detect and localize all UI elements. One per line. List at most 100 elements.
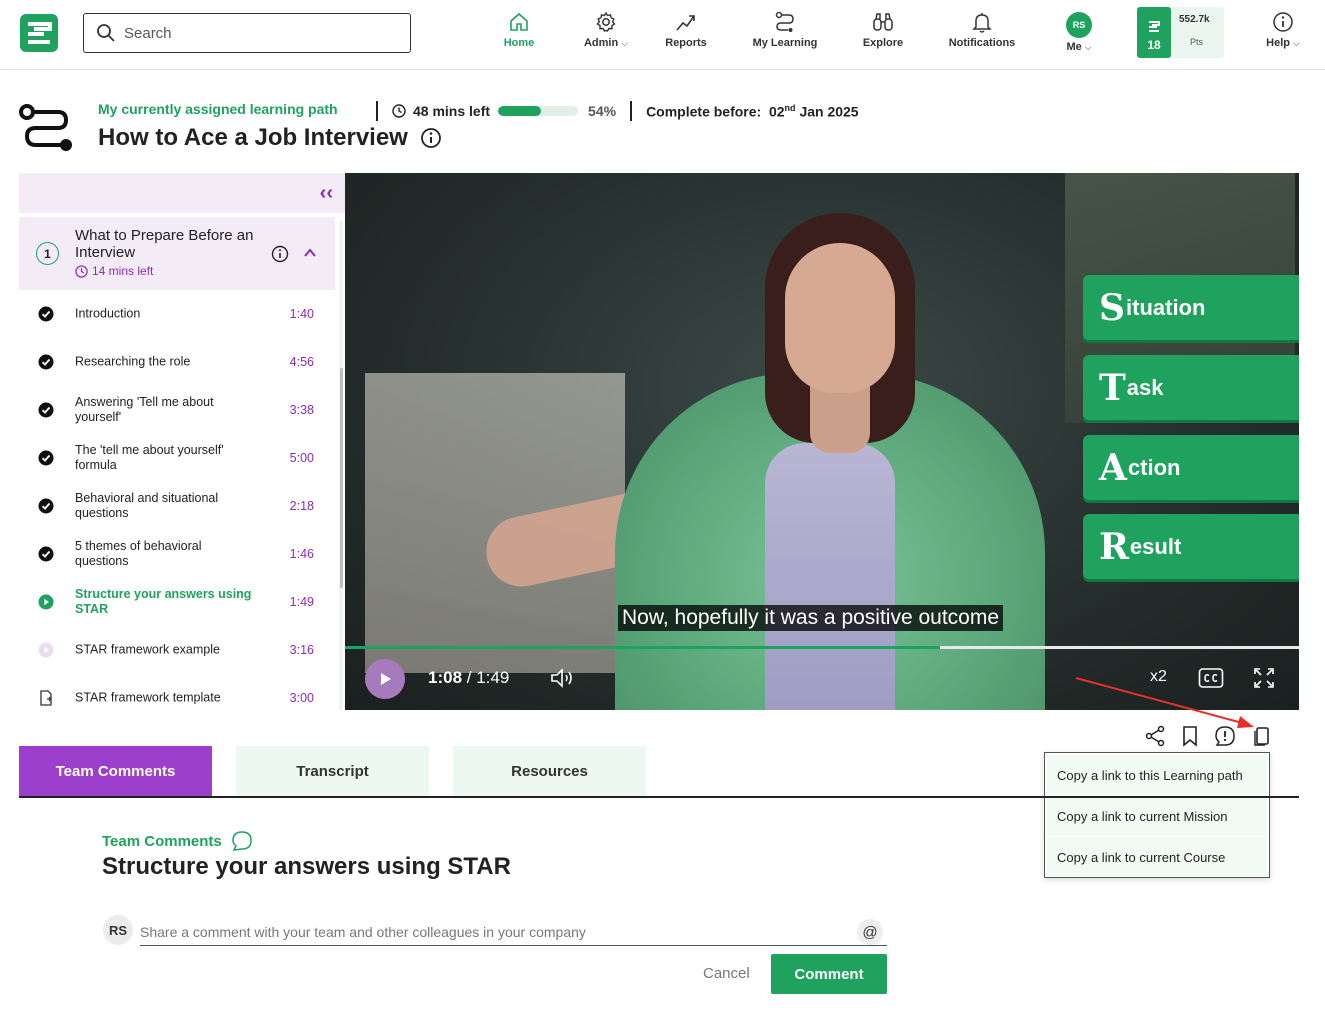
- sidebar-scroll-thumb[interactable]: [340, 368, 343, 588]
- lesson-name: Behavioral and situational questions: [75, 491, 219, 520]
- closed-captions-icon[interactable]: [1198, 667, 1224, 689]
- comments-title: Structure your answers using STAR: [102, 853, 511, 880]
- divider: [376, 101, 378, 121]
- lesson-item[interactable]: Introduction 1:40: [19, 290, 335, 338]
- copy-icon[interactable]: [1251, 725, 1273, 747]
- brand-logo-icon: [1149, 21, 1160, 32]
- top-navigation-bar: Home Admin⌵ Reports My Learning Explore …: [0, 0, 1325, 70]
- nav-my-learning-label: My Learning: [752, 37, 818, 49]
- comment-input[interactable]: [140, 918, 887, 946]
- check-circle-icon: [38, 402, 54, 418]
- gear-icon: [596, 11, 616, 32]
- volume-icon[interactable]: [549, 667, 577, 689]
- star-card-result: Result: [1083, 514, 1299, 579]
- nav-notifications-label: Notifications: [948, 37, 1016, 49]
- video-seek-bar[interactable]: [345, 646, 1299, 649]
- path-meta: 48 mins left 54% Complete before: 02nd J…: [376, 101, 859, 121]
- chevron-down-icon: ⌵: [621, 37, 629, 48]
- section-time-left: 14 mins left: [92, 264, 154, 278]
- nav-home-label: Home: [503, 37, 535, 49]
- course-sidebar: ‹‹ 1 What to Prepare Before an Interview…: [19, 173, 345, 710]
- lesson-item[interactable]: The 'tell me about yourself' formula 5:00: [19, 434, 335, 482]
- lesson-item[interactable]: Researching the role 4:56: [19, 338, 335, 386]
- speech-bubble-icon: [232, 831, 252, 851]
- lesson-list: Introduction 1:40 Researching the role 4:56…: [19, 290, 335, 722]
- chevron-down-icon: ⌵: [1293, 37, 1300, 48]
- cancel-button[interactable]: Cancel: [703, 965, 750, 982]
- clock-icon: [392, 104, 406, 118]
- lesson-item[interactable]: STAR framework template 3:00: [19, 674, 335, 722]
- lesson-duration: 5:00: [289, 451, 314, 465]
- star-card-action: Action: [1083, 435, 1299, 500]
- comments-section-label: Team Comments: [102, 830, 253, 852]
- play-button[interactable]: [365, 659, 405, 699]
- tab-team-comments[interactable]: Team Comments: [19, 746, 212, 796]
- section-header[interactable]: 1 What to Prepare Before an Interview 14…: [19, 217, 335, 290]
- bookmark-icon[interactable]: [1179, 725, 1201, 747]
- home-icon: [510, 12, 528, 31]
- nav-admin[interactable]: Admin ⌵: [578, 10, 634, 58]
- nav-notifications[interactable]: Notifications: [944, 10, 1020, 58]
- play-icon: [381, 673, 391, 685]
- playback-speed[interactable]: x2: [1150, 668, 1167, 686]
- chevron-up-icon[interactable]: [302, 245, 318, 261]
- nav-me[interactable]: RS Me ⌵: [1060, 12, 1098, 60]
- copy-link-menu: Copy a link to this Learning path Copy a…: [1044, 752, 1270, 878]
- sidebar-collapse-bar: ‹‹: [19, 173, 345, 213]
- path-title: How to Ace a Job Interview: [98, 124, 408, 151]
- copy-link-course[interactable]: Copy a link to current Course: [1047, 837, 1267, 877]
- level-badge: 18: [1137, 7, 1171, 58]
- assigned-label: My currently assigned learning path: [98, 101, 338, 117]
- video-caption: Now, hopefully it was a positive outcome: [618, 605, 1004, 631]
- lesson-name: Researching the role: [75, 354, 191, 369]
- comment-submit-button[interactable]: Comment: [771, 954, 887, 994]
- search-box[interactable]: [83, 13, 411, 53]
- path-progress-bar: [498, 106, 579, 116]
- nav-admin-label: Admin: [583, 37, 619, 49]
- avatar: RS: [103, 915, 133, 945]
- nav-home[interactable]: Home: [500, 10, 538, 58]
- nav-my-learning[interactable]: My Learning: [748, 10, 822, 58]
- path-progress-fill: [498, 106, 542, 116]
- copy-link-mission[interactable]: Copy a link to current Mission: [1047, 796, 1267, 836]
- level-value: 18: [1147, 38, 1161, 52]
- double-chevron-left-icon[interactable]: ‹‹: [320, 182, 333, 205]
- nav-help[interactable]: Help ⌵: [1260, 10, 1306, 58]
- info-icon[interactable]: [271, 245, 289, 263]
- lesson-duration: 3:38: [289, 403, 314, 417]
- brand-logo-icon[interactable]: [20, 12, 58, 54]
- tab-divider: [19, 796, 1299, 798]
- check-circle-icon: [38, 546, 54, 562]
- lesson-duration: 4:56: [289, 355, 314, 369]
- play-circle-icon: [38, 642, 54, 658]
- info-icon[interactable]: [420, 127, 442, 149]
- points-badge[interactable]: 18 552.7k Pts: [1137, 7, 1224, 58]
- lesson-name: 5 themes of behavioral questions: [75, 539, 202, 568]
- tab-transcript[interactable]: Transcript: [236, 746, 429, 796]
- video-seek-fill: [345, 646, 941, 649]
- mention-button[interactable]: @: [857, 919, 883, 945]
- lesson-item[interactable]: STAR framework example 3:16: [19, 626, 335, 674]
- lesson-name: The 'tell me about yourself' formula: [75, 443, 224, 472]
- section-time: 14 mins left: [75, 264, 153, 278]
- lesson-item[interactable]: Answering 'Tell me about yourself' 3:38: [19, 386, 335, 434]
- page-title: How to Ace a Job Interview: [98, 124, 442, 152]
- lesson-item[interactable]: Structure your answers using STAR 1:49: [19, 578, 335, 626]
- nav-reports-label: Reports: [665, 37, 707, 49]
- search-icon: [97, 24, 115, 42]
- lesson-name: Introduction: [75, 306, 141, 321]
- report-icon[interactable]: [1214, 725, 1236, 747]
- video-time: 1:08 / 1:49: [428, 668, 510, 687]
- nav-reports[interactable]: Reports: [662, 10, 710, 58]
- info-icon: [1273, 12, 1293, 32]
- copy-link-learning-path[interactable]: Copy a link to this Learning path: [1047, 755, 1267, 795]
- lesson-item[interactable]: 5 themes of behavioral questions 1:46: [19, 530, 335, 578]
- lesson-item[interactable]: Behavioral and situational questions 2:18: [19, 482, 335, 530]
- points-value: 552.7k: [1179, 14, 1210, 25]
- fullscreen-icon[interactable]: [1253, 667, 1275, 689]
- tab-resources[interactable]: Resources: [453, 746, 646, 796]
- share-icon[interactable]: [1144, 725, 1166, 747]
- search-input[interactable]: [124, 24, 394, 42]
- video-player[interactable]: Situation Task Action Result Now, hopefu…: [345, 173, 1299, 710]
- nav-explore[interactable]: Explore: [860, 10, 906, 58]
